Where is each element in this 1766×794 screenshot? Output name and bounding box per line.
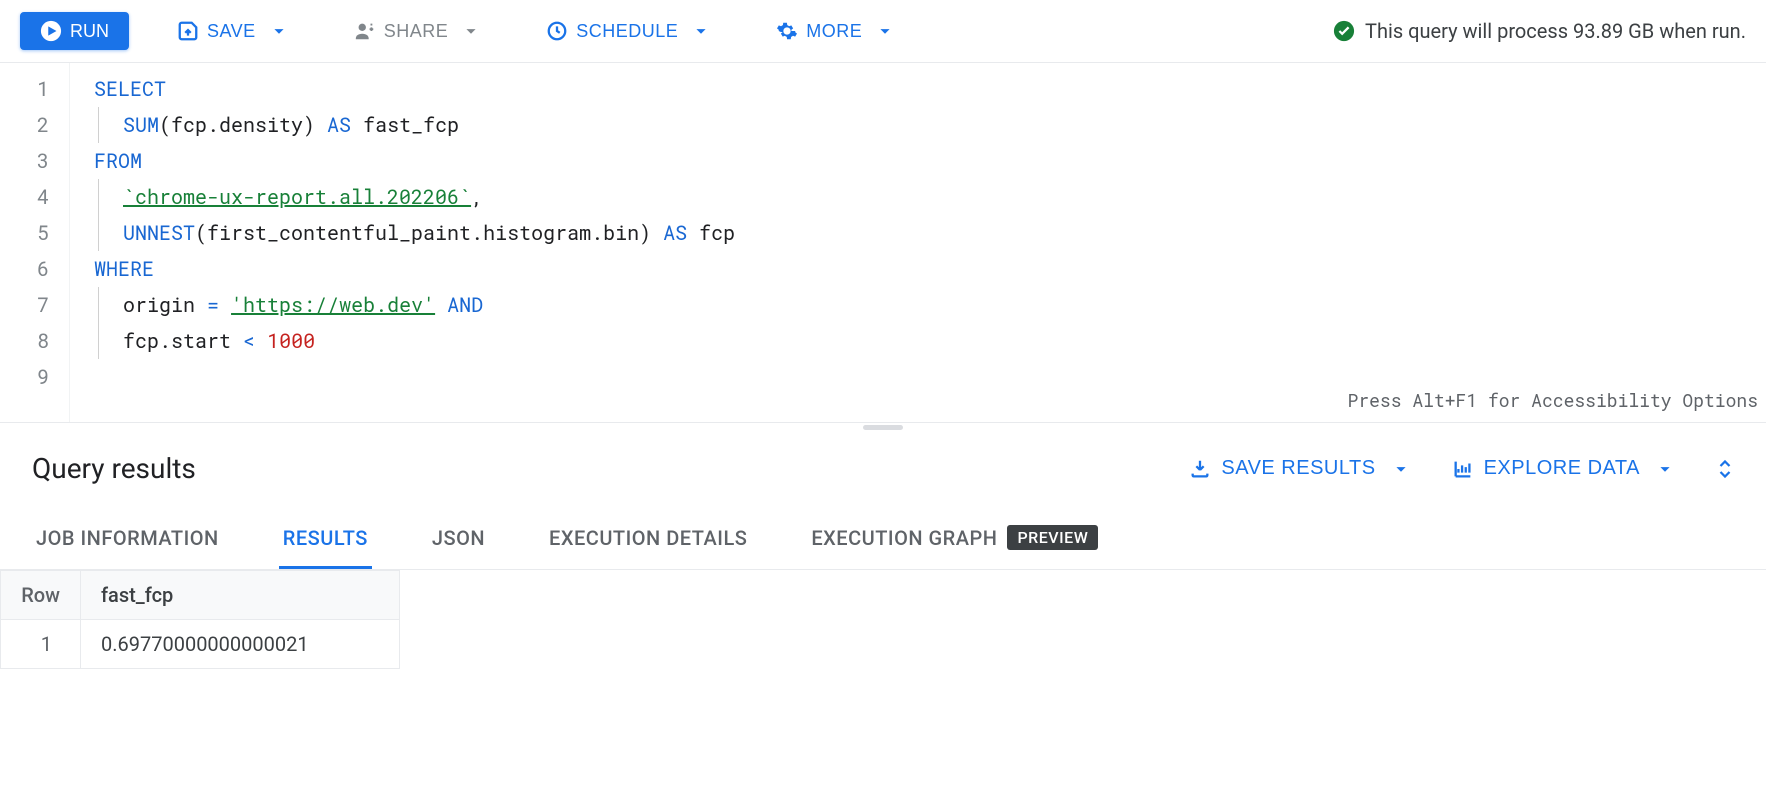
share-button[interactable]: SHARE bbox=[338, 12, 499, 50]
column-header: Row bbox=[1, 571, 81, 620]
code-line: UNNEST(first_contentful_paint.histogram.… bbox=[98, 215, 1750, 251]
results-header: Query results SAVE RESULTS EXPLORE DATA bbox=[0, 432, 1766, 497]
run-button[interactable]: RUN bbox=[20, 12, 129, 50]
save-results-label: SAVE RESULTS bbox=[1221, 457, 1375, 480]
tab-execution-graph[interactable]: EXECUTION GRAPH PREVIEW bbox=[807, 509, 1102, 569]
schedule-button[interactable]: SCHEDULE bbox=[530, 12, 728, 50]
share-icon bbox=[354, 20, 376, 42]
save-icon bbox=[177, 20, 199, 42]
resize-handle[interactable] bbox=[0, 423, 1766, 432]
line-number: 7 bbox=[0, 287, 57, 323]
play-icon bbox=[40, 20, 62, 42]
table-row: 10.69770000000000021 bbox=[1, 620, 400, 669]
results-table: Rowfast_fcp10.69770000000000021 bbox=[0, 570, 400, 669]
code-line: WHERE bbox=[94, 251, 1750, 287]
tab-results[interactable]: RESULTS bbox=[279, 510, 372, 569]
line-gutter: 123456789 bbox=[0, 63, 70, 422]
results-tabs: JOB INFORMATION RESULTS JSON EXECUTION D… bbox=[0, 497, 1766, 570]
download-icon bbox=[1189, 458, 1211, 480]
chevron-up-icon bbox=[1716, 457, 1734, 469]
line-number: 3 bbox=[0, 143, 57, 179]
code-area[interactable]: SELECTSUM(fcp.density) AS fast_fcpFROM`c… bbox=[70, 63, 1766, 422]
chevron-down-icon bbox=[268, 20, 290, 42]
explore-data-button[interactable]: EXPLORE DATA bbox=[1452, 457, 1676, 480]
save-results-button[interactable]: SAVE RESULTS bbox=[1189, 457, 1411, 480]
accessibility-hint: Press Alt+F1 for Accessibility Options bbox=[1348, 382, 1758, 418]
query-status: This query will process 93.89 GB when ru… bbox=[1333, 19, 1746, 43]
tab-execution-details[interactable]: EXECUTION DETAILS bbox=[545, 510, 751, 569]
chevron-down-icon bbox=[1716, 469, 1734, 481]
check-circle-icon bbox=[1333, 20, 1355, 42]
expand-collapse-button[interactable] bbox=[1716, 457, 1734, 481]
chevron-down-icon bbox=[1654, 458, 1676, 480]
code-line: `chrome-ux-report.all.202206`, bbox=[98, 179, 1750, 215]
more-button[interactable]: MORE bbox=[760, 12, 912, 50]
gear-icon bbox=[776, 20, 798, 42]
toolbar: RUN SAVE SHARE SCHEDULE MORE This query … bbox=[0, 0, 1766, 63]
run-label: RUN bbox=[70, 21, 109, 42]
code-line: SUM(fcp.density) AS fast_fcp bbox=[98, 107, 1750, 143]
code-line: SELECT bbox=[94, 71, 1750, 107]
column-header: fast_fcp bbox=[81, 571, 400, 620]
tab-json[interactable]: JSON bbox=[428, 510, 489, 569]
status-text: This query will process 93.89 GB when ru… bbox=[1365, 19, 1746, 43]
clock-icon bbox=[546, 20, 568, 42]
tab-execution-graph-label: EXECUTION GRAPH bbox=[811, 526, 997, 550]
table-cell: 0.69770000000000021 bbox=[81, 620, 400, 669]
share-label: SHARE bbox=[384, 21, 449, 42]
save-button[interactable]: SAVE bbox=[161, 12, 306, 50]
line-number: 8 bbox=[0, 323, 57, 359]
line-number: 5 bbox=[0, 215, 57, 251]
line-number: 2 bbox=[0, 107, 57, 143]
code-line: fcp.start < 1000 bbox=[98, 323, 1750, 359]
schedule-label: SCHEDULE bbox=[576, 21, 678, 42]
more-label: MORE bbox=[806, 21, 862, 42]
code-line: FROM bbox=[94, 143, 1750, 179]
chevron-down-icon bbox=[1390, 458, 1412, 480]
line-number: 6 bbox=[0, 251, 57, 287]
explore-data-label: EXPLORE DATA bbox=[1484, 457, 1640, 480]
line-number: 1 bbox=[0, 71, 57, 107]
chevron-down-icon bbox=[690, 20, 712, 42]
table-cell: 1 bbox=[1, 620, 81, 669]
line-number: 4 bbox=[0, 179, 57, 215]
line-number: 9 bbox=[0, 359, 57, 395]
sql-editor[interactable]: 123456789 SELECTSUM(fcp.density) AS fast… bbox=[0, 63, 1766, 423]
tab-job-information[interactable]: JOB INFORMATION bbox=[32, 510, 223, 569]
chevron-down-icon bbox=[460, 20, 482, 42]
preview-badge: PREVIEW bbox=[1007, 525, 1098, 550]
save-label: SAVE bbox=[207, 21, 256, 42]
results-title: Query results bbox=[32, 452, 196, 485]
chevron-down-icon bbox=[874, 20, 896, 42]
chart-icon bbox=[1452, 458, 1474, 480]
code-line: origin = 'https://web.dev' AND bbox=[98, 287, 1750, 323]
